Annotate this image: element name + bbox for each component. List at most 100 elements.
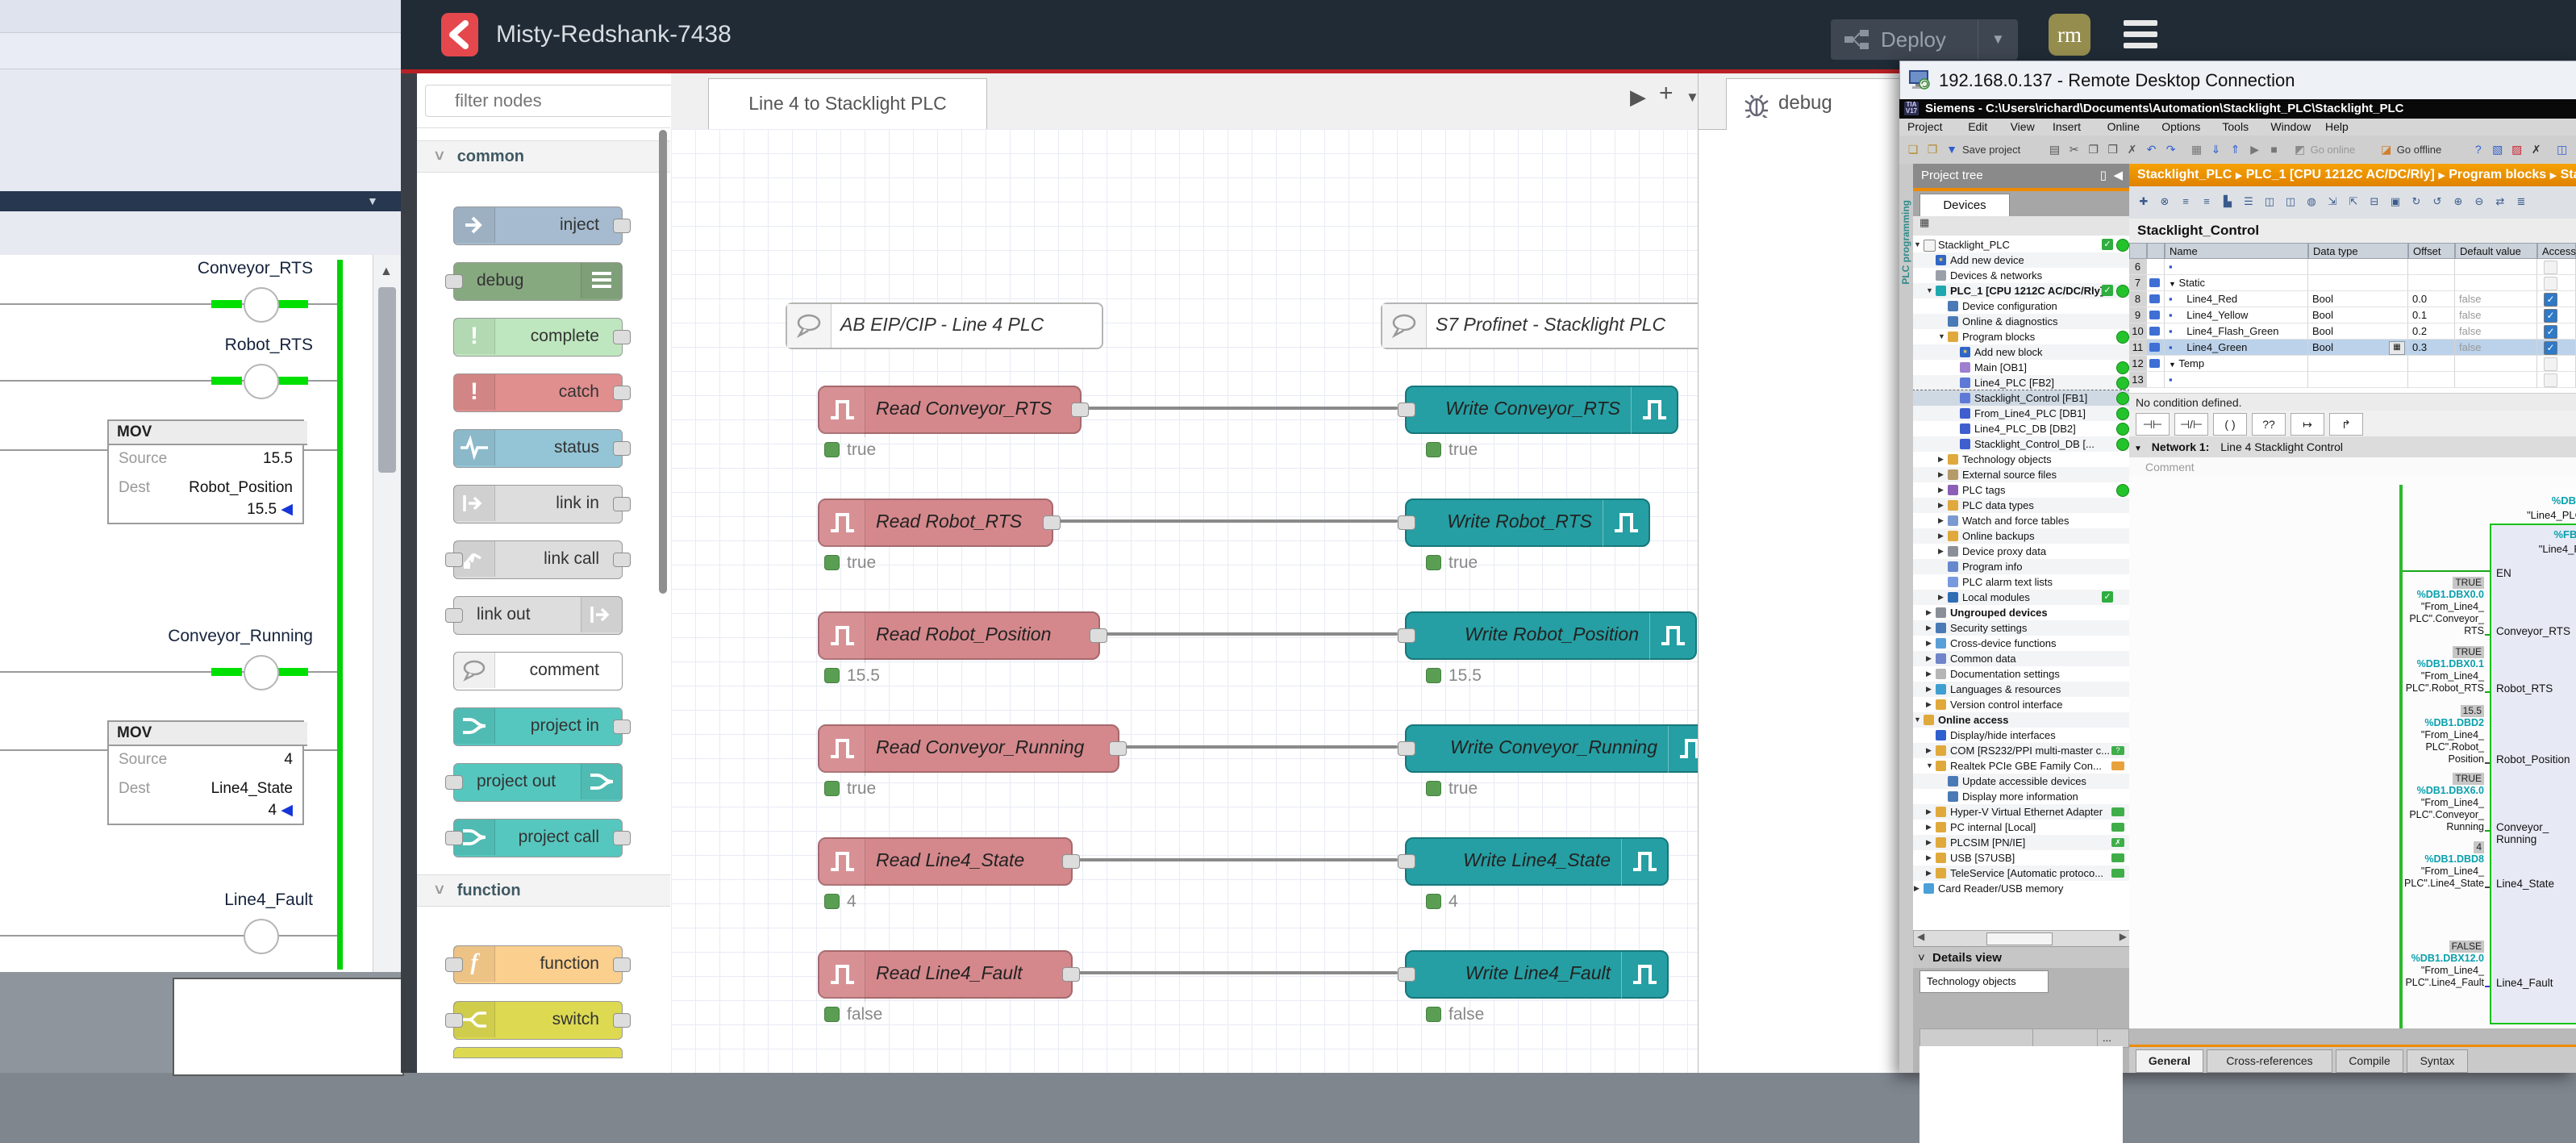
flow-node-Read-Robot_RTS[interactable]: Read Robot_RTS [818,498,1053,547]
tree-item[interactable]: ▼Realtek PCIe GBE Family Con... [1913,758,2129,774]
deploy-button[interactable]: Deploy ▼ [1831,19,2018,60]
interface-tool-icon[interactable]: ☰ [2240,194,2257,210]
tree-item[interactable]: ▶External source files [1913,467,2129,482]
add-new-label[interactable] [2173,373,2184,386]
chevron-right-icon[interactable]: ▶ [1938,482,1944,498]
cell-datatype[interactable] [2308,372,2408,388]
cell-name[interactable]: ▪ Line4_Red [2165,291,2308,307]
flow-node-Write-Line4_State[interactable]: Write Line4_State [1405,837,1669,886]
cell-name[interactable]: ▪ [2165,259,2308,275]
menu-window[interactable]: Window [2270,120,2311,133]
download-icon[interactable]: ⇓ [2208,141,2224,157]
tab-debug[interactable]: debug [1726,78,1902,130]
flow-node-Read-Line4_Fault[interactable]: Read Line4_Fault [818,950,1073,999]
chevron-right-icon[interactable]: ▶ [1926,820,1932,835]
compile-icon[interactable]: ▦ [2189,141,2205,157]
cell-datatype[interactable] [2308,356,2408,372]
chevron-right-icon[interactable]: ▶ [1926,605,1932,620]
palette-node-comment[interactable]: comment [453,652,623,690]
table-header-name[interactable]: Name [2165,243,2308,259]
rdp-titlebar[interactable]: 192.168.0.137 - Remote Desktop Connectio… [1899,60,2576,101]
palette-node-link-call[interactable]: link call [453,540,623,579]
cell-name[interactable]: ▪ Line4_Yellow [2165,307,2308,323]
tree-item[interactable]: ▶Ungrouped devices [1913,605,2129,620]
interface-tool-icon[interactable]: ⇱ [2345,194,2361,210]
tree-item[interactable]: ▶Languages & resources [1913,682,2129,697]
input-operand[interactable]: TRUE %DB1.DBX0.1 "From_Line4_ PLC".Robot… [2403,646,2484,695]
table-header-data-type[interactable]: Data type [2308,243,2408,259]
cell-datatype[interactable]: Bool▦ [2308,340,2408,356]
tree-item[interactable]: ▼Online access [1913,712,2129,728]
interface-tool-icon[interactable]: ◫ [2282,194,2299,210]
interface-tool-icon[interactable]: ⊟ [2366,194,2382,210]
tab-syntax[interactable]: Syntax [2407,1049,2468,1073]
var-name[interactable]: Line4_Green [2175,341,2247,353]
collapse-icon[interactable]: ◀ [2113,164,2123,188]
copy-icon[interactable]: ❐ [2086,141,2102,157]
scrollbar-thumb[interactable] [1986,932,2053,945]
tree-item[interactable]: Stacklight_Control [FB1] [1913,390,2129,406]
flow-node-Read-Conveyor_RTS[interactable]: Read Conveyor_RTS [818,386,1082,434]
var-name[interactable]: Line4_Flash_Green [2175,325,2278,337]
chevron-right-icon[interactable]: ▶ [1926,743,1932,758]
tree-item[interactable]: Line4_PLC_DB [DB2] [1913,421,2129,436]
ladder-vscrollbar[interactable]: ▲ [373,255,402,972]
x-icon[interactable]: ✗ [2528,141,2545,157]
network-collapse-icon[interactable]: ▼ [2129,444,2142,453]
table-header-accessible[interactable]: Accessible [2537,243,2576,259]
tab-cross-references[interactable]: Cross-references [2207,1049,2332,1073]
cell-datatype[interactable]: Bool [2308,307,2408,323]
checkbox-empty-icon[interactable] [2544,357,2557,371]
menu-project[interactable]: Project [1907,120,1943,133]
diag-icon[interactable]: ? [2470,141,2486,157]
tree-item[interactable]: Device configuration [1913,298,2129,314]
palette-node-switch[interactable]: switch [453,1001,623,1040]
palette-category[interactable]: ˅function [417,874,670,907]
chevron-right-icon[interactable]: ▶ [1938,467,1944,482]
palette-node-partial[interactable] [453,1047,623,1058]
scrollbar-thumb[interactable] [378,287,396,473]
chevron-down-icon[interactable]: ▼ [1914,237,1921,252]
interface-tool-icon[interactable]: ▙ [2220,194,2236,210]
flow-node-Read-Robot_Position[interactable]: Read Robot_Position [818,611,1100,660]
tree-item[interactable]: Display/hide interfaces [1913,728,2129,743]
open-icon[interactable]: ❐ [1924,141,1940,157]
interface-tool-icon[interactable]: ≡ [2199,194,2215,210]
chevron-down-icon[interactable]: ▼ [1914,712,1921,728]
chevron-right-icon[interactable]: ▶ [1938,513,1944,528]
palette-node-catch[interactable]: !catch [453,373,623,412]
chevron-right-icon[interactable]: ▶ [1938,544,1944,559]
del-icon[interactable]: ✗ [2124,141,2140,157]
flow-node-Write-Conveyor_Running[interactable]: Write Conveyor_Running [1405,724,1698,773]
palette-node-project-in[interactable]: project in [453,707,623,746]
chevron-down-icon[interactable]: ▼ [2169,361,2176,369]
pin-icon[interactable]: ▯ [2100,164,2107,188]
chevron-right-icon[interactable]: ▶ [1926,804,1932,820]
palette-node-function[interactable]: ffunction [453,945,623,984]
tree-item[interactable]: ▶COM [RS232/PPI multi-master c...? [1913,743,2129,758]
palette-scrollbar[interactable] [659,130,669,1066]
tree-item[interactable]: ▶Cross-device functions [1913,636,2129,651]
tree-item[interactable]: ▶Common data [1913,651,2129,666]
interface-tool-icon[interactable]: ◍ [2303,194,2320,210]
lad-tool-0[interactable]: ⊣⊢ [2136,413,2170,436]
flow-node-Write-Conveyor_RTS[interactable]: Write Conveyor_RTS [1405,386,1678,434]
cell-datatype[interactable] [2308,275,2408,291]
tree-item[interactable]: From_Line4_PLC [DB1] [1913,406,2129,421]
interface-tool-icon[interactable]: ⊕ [2450,194,2466,210]
datatype-picker-button[interactable]: ▦ [2389,341,2405,355]
interface-tool-icon[interactable]: ◫ [2261,194,2278,210]
chevron-down-icon[interactable]: ▼ [2169,280,2176,288]
tree-item[interactable]: Stacklight_Control_DB [... [1913,436,2129,452]
tia-ladder-canvas[interactable]: %DB2"Line4_PLC_DB"%FB2"Line4_PLC"ENENOCo… [2129,477,2576,1028]
chevron-right-icon[interactable]: ▶ [1926,666,1932,682]
chevron-right-icon[interactable]: ▶ [1926,866,1932,881]
tree-item[interactable]: ▶PC internal [Local] [1913,820,2129,835]
chevron-down-icon[interactable]: ▼ [1938,329,1945,344]
checkbox-checked-icon[interactable]: ✓ [2544,325,2557,339]
comment-node[interactable]: S7 Profinet - Stacklight PLC [1381,302,1698,349]
chevron-right-icon[interactable]: ▶ [1926,835,1932,850]
tab-general[interactable]: General [2136,1049,2203,1073]
cell-name[interactable]: ▼ Temp [2165,356,2308,372]
tree-item[interactable]: ▶Version control interface [1913,697,2129,712]
